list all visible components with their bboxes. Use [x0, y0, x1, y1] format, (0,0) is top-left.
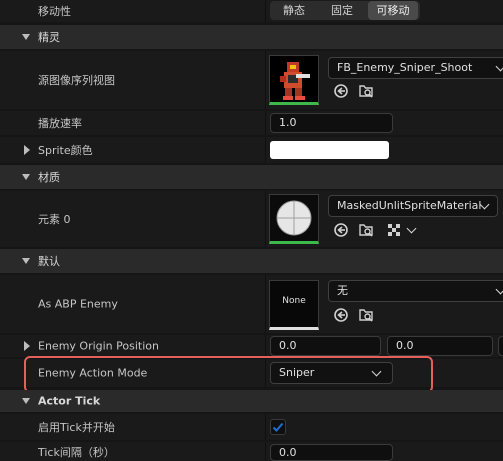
flipbook-asset-dropdown[interactable]: FB_Enemy_Sniper_Shoot: [328, 57, 503, 79]
start-with-tick-row: 启用Tick并开始: [0, 414, 503, 440]
use-selected-asset-icon[interactable]: [333, 307, 349, 323]
element0-label: 元素 0: [38, 213, 71, 226]
browse-asset-icon[interactable]: [358, 83, 374, 99]
section-title: 默认: [38, 255, 60, 268]
expand-arrow-icon[interactable]: [24, 145, 30, 155]
column-divider: [265, 0, 266, 22]
tick-interval-input[interactable]: 0.0: [270, 444, 393, 461]
element0-row: 元素 0 MaskedUnlitSpriteMaterial: [0, 191, 503, 247]
as-abp-enemy-row: As ABP Enemy None 无: [0, 275, 503, 333]
expand-arrow-icon[interactable]: [24, 341, 30, 351]
mobility-label: 移动性: [38, 5, 71, 18]
mobility-option-movable[interactable]: 可移动: [368, 1, 418, 20]
thumbnail-none-text: None: [282, 296, 306, 306]
chevron-down-icon: [495, 284, 503, 295]
chevron-down-icon: [495, 61, 503, 72]
material-thumbnail[interactable]: [269, 194, 319, 244]
material-sphere-image: [270, 195, 318, 241]
section-title: Actor Tick: [38, 394, 101, 408]
tick-interval-label: Tick间隔（秒）: [38, 445, 115, 459]
checkmark-icon: [272, 422, 284, 432]
browse-asset-icon[interactable]: [358, 307, 374, 323]
mobility-row: 移动性 静态 固定 可移动: [0, 0, 503, 22]
column-divider: [265, 137, 266, 163]
sniper-sprite-image: [270, 56, 318, 102]
collapse-arrow-icon: [22, 398, 30, 404]
chevron-down-icon[interactable]: [406, 223, 417, 234]
use-selected-asset-icon[interactable]: [333, 222, 349, 238]
origin-z-input[interactable]: [498, 336, 503, 356]
section-header-default[interactable]: 默认: [0, 249, 503, 273]
material-texture-options-icon[interactable]: [386, 222, 402, 238]
collapse-arrow-icon: [22, 34, 30, 40]
sprite-color-swatch[interactable]: [270, 141, 389, 159]
sprite-color-row: Sprite颜色: [0, 137, 503, 163]
abp-asset-dropdown[interactable]: 无: [328, 280, 503, 302]
abp-thumbnail[interactable]: None: [269, 280, 319, 330]
source-flipbook-label: 源图像序列视图: [38, 74, 115, 87]
column-divider: [265, 191, 266, 247]
section-title: 材质: [38, 171, 60, 184]
material-asset-dropdown[interactable]: MaskedUnlitSpriteMaterial: [328, 195, 498, 217]
as-abp-enemy-label: As ABP Enemy: [38, 297, 118, 311]
origin-x-input[interactable]: 0.0: [270, 336, 381, 356]
column-divider: [265, 275, 266, 333]
column-divider: [265, 335, 266, 357]
collapse-arrow-icon: [22, 174, 30, 180]
source-flipbook-row: 源图像序列视图 FB_Enemy_Sniper_Shoot: [0, 51, 503, 109]
origin-y-input[interactable]: 0.0: [387, 336, 493, 356]
play-rate-input[interactable]: 1.0: [270, 113, 393, 133]
section-title: 精灵: [38, 31, 60, 44]
play-rate-row: 播放速率 1.0: [0, 111, 503, 135]
column-divider: [265, 51, 266, 109]
abp-asset-value: 无: [337, 284, 348, 297]
browse-asset-icon[interactable]: [358, 222, 374, 238]
flipbook-asset-name: FB_Enemy_Sniper_Shoot: [337, 61, 473, 74]
mobility-segmented-control: 静态 固定 可移动: [270, 1, 420, 20]
material-asset-name: MaskedUnlitSpriteMaterial: [337, 199, 482, 212]
tick-interval-row: Tick间隔（秒） 0.0: [0, 442, 503, 461]
mobility-option-static[interactable]: 静态: [270, 1, 318, 20]
column-divider: [265, 442, 266, 461]
sprite-color-label: Sprite颜色: [38, 144, 93, 157]
start-with-tick-checkbox[interactable]: [270, 419, 286, 435]
column-divider: [265, 111, 266, 135]
enemy-origin-position-label: Enemy Origin Position: [38, 339, 159, 353]
mobility-option-stationary[interactable]: 固定: [318, 1, 366, 20]
enemy-origin-position-row: Enemy Origin Position 0.0 0.0: [0, 335, 503, 357]
column-divider: [265, 414, 266, 440]
flipbook-thumbnail[interactable]: [269, 55, 319, 105]
play-rate-label: 播放速率: [38, 117, 82, 130]
section-header-actor-tick[interactable]: Actor Tick: [0, 390, 503, 412]
use-selected-asset-icon[interactable]: [333, 83, 349, 99]
start-with-tick-label: 启用Tick并开始: [38, 421, 115, 434]
collapse-arrow-icon: [22, 258, 30, 264]
section-header-materials[interactable]: 材质: [0, 165, 503, 189]
section-header-sprite[interactable]: 精灵: [0, 25, 503, 49]
highlight-outline: [24, 356, 433, 393]
